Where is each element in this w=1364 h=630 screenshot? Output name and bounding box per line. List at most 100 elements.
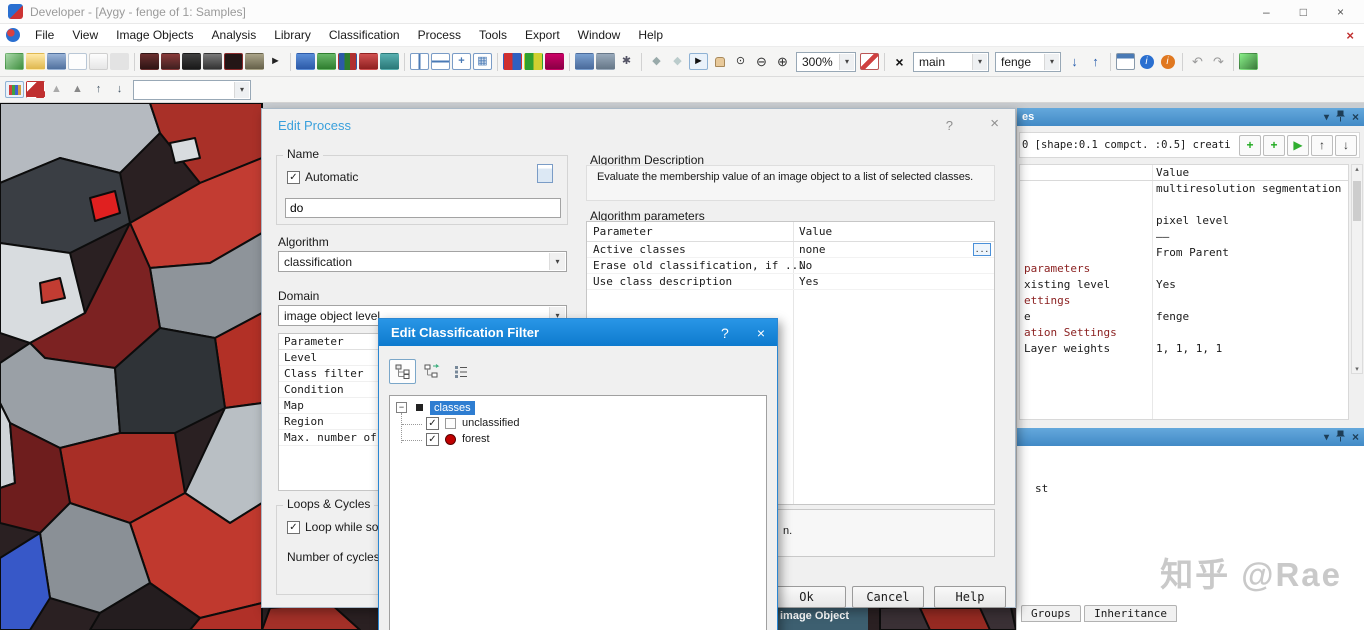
sync-views-icon[interactable]: ▦ xyxy=(473,53,492,70)
split-horizontal-icon[interactable] xyxy=(431,53,450,70)
image-object-panel-header[interactable]: image Object xyxy=(772,605,868,630)
help-button[interactable]: Help xyxy=(934,586,1006,608)
dropdown-arrow-icon[interactable]: ▾ xyxy=(234,81,249,98)
split-vertical-icon[interactable] xyxy=(410,53,429,70)
zoom-in-icon[interactable]: ⊕ xyxy=(773,53,792,70)
list-view-icon[interactable] xyxy=(447,359,474,384)
show-outlines-icon[interactable] xyxy=(224,53,243,70)
filter-dialog-titlebar[interactable]: Edit Classification Filter ? × xyxy=(379,319,777,346)
transparency-icon[interactable] xyxy=(245,53,264,70)
map-mixed-icon[interactable] xyxy=(338,53,357,70)
table-row[interactable]: multiresolution segmentation xyxy=(1020,181,1348,197)
table-row[interactable]: Layer weights 1, 1, 1, 1 xyxy=(1020,341,1348,357)
add-process-icon[interactable]: + xyxy=(1239,134,1261,156)
select-arrow-icon[interactable]: ► xyxy=(689,53,708,70)
dropdown-arrow-icon[interactable]: ▾ xyxy=(972,53,987,70)
new-workspace-icon[interactable] xyxy=(5,53,24,70)
browse-button[interactable]: ... xyxy=(973,243,991,256)
info-orange-icon[interactable]: i xyxy=(1158,53,1177,70)
menu-export[interactable]: Export xyxy=(516,25,569,45)
feature-combo[interactable]: ▾ xyxy=(133,79,251,100)
arrow-down-icon[interactable]: ↓ xyxy=(110,81,129,98)
menu-classification[interactable]: Classification xyxy=(320,25,409,45)
undo-icon[interactable]: ↶ xyxy=(1188,53,1207,70)
scroll-thumb[interactable] xyxy=(1353,181,1361,221)
menu-image-objects[interactable]: Image Objects xyxy=(107,25,202,45)
layer-mixing-icon[interactable] xyxy=(1239,53,1258,70)
tab-inheritance[interactable]: Inheritance xyxy=(1084,605,1177,622)
redo-icon[interactable]: ↷ xyxy=(1209,53,1228,70)
add-child-process-icon[interactable]: + xyxy=(1263,134,1285,156)
process-panel-header[interactable]: es ▾ × xyxy=(1017,108,1364,126)
minimize-button[interactable]: – xyxy=(1263,5,1270,19)
menu-help[interactable]: Help xyxy=(629,25,672,45)
edit-icon[interactable] xyxy=(89,53,108,70)
ok-button[interactable]: Ok xyxy=(767,586,846,608)
help-icon[interactable]: ? xyxy=(946,118,953,133)
menu-tools[interactable]: Tools xyxy=(470,25,516,45)
view-classification-icon[interactable] xyxy=(161,53,180,70)
table-row[interactable]: ation Settings xyxy=(1020,325,1348,341)
close-button[interactable]: × xyxy=(1337,5,1344,19)
class-panel-header[interactable]: ▾ × xyxy=(1017,428,1364,446)
class-red-icon[interactable] xyxy=(26,81,45,98)
new-process-icon[interactable] xyxy=(68,53,87,70)
menu-window[interactable]: Window xyxy=(569,25,630,45)
table-row[interactable]: pixel level xyxy=(1020,213,1348,229)
classify-icon[interactable]: × xyxy=(890,53,909,70)
table-row[interactable]: xisting level Yes xyxy=(1020,277,1348,293)
chevron-down-icon[interactable]: ▾ xyxy=(1324,432,1329,443)
view-pixel-icon[interactable] xyxy=(203,53,222,70)
inheritance-view-icon[interactable] xyxy=(418,359,445,384)
tree-view-icon[interactable] xyxy=(389,359,416,384)
process-row[interactable]: 0 [shape:0.1 compct. :0.5] creati + + ▶ … xyxy=(1019,132,1360,158)
level-combo[interactable]: fenge ▾ xyxy=(995,51,1061,72)
table-row[interactable] xyxy=(1020,197,1348,213)
automatic-checkbox[interactable]: ✓ xyxy=(287,170,300,184)
open-project-icon[interactable] xyxy=(26,53,45,70)
pin-icon[interactable] xyxy=(1335,430,1345,445)
cancel-button[interactable]: Cancel xyxy=(852,586,924,608)
table-row[interactable]: parameters xyxy=(1020,261,1348,277)
new-window-icon[interactable] xyxy=(1116,53,1135,70)
class-legend-icon[interactable] xyxy=(503,53,522,70)
class-filter-tree[interactable]: − classes ✓ unclassified ✓ forest xyxy=(389,395,767,630)
move-down-icon[interactable]: ↓ xyxy=(1335,134,1357,156)
import-icon[interactable] xyxy=(596,53,615,70)
manage-data-icon[interactable] xyxy=(575,53,594,70)
menu-library[interactable]: Library xyxy=(265,25,320,45)
run-process-icon[interactable]: ▶ xyxy=(1287,134,1309,156)
table-row[interactable]: Active classes none ... xyxy=(587,242,994,258)
info-blue-icon[interactable]: i xyxy=(1137,53,1156,70)
zoom-out-icon[interactable]: ⊖ xyxy=(752,53,771,70)
dropdown-arrow-icon[interactable]: ▾ xyxy=(839,53,854,70)
class-checkbox[interactable]: ✓ xyxy=(426,433,439,446)
edit-comment-icon[interactable] xyxy=(537,164,553,183)
histogram-icon[interactable] xyxy=(5,81,24,98)
close-panel-icon[interactable]: × xyxy=(1352,430,1359,444)
table-row[interactable]: From Parent xyxy=(1020,245,1348,261)
scroll-up-icon[interactable]: ▴ xyxy=(1352,165,1362,173)
tree-item-label[interactable]: forest xyxy=(462,433,490,445)
save-icon[interactable] xyxy=(47,53,66,70)
scrollbar[interactable]: ▴ ▾ xyxy=(1351,164,1363,374)
diamond-tool-icon[interactable]: ◆ xyxy=(668,53,687,70)
view-layer-icon[interactable] xyxy=(140,53,159,70)
diamond-tool-icon[interactable]: ◆ xyxy=(647,53,666,70)
move-up-icon[interactable]: ↑ xyxy=(1311,134,1333,156)
document-close-icon[interactable]: × xyxy=(1346,28,1360,43)
copy-icon[interactable] xyxy=(110,53,129,70)
chevron-down-icon[interactable]: ▾ xyxy=(1324,112,1329,123)
scroll-down-icon[interactable]: ▾ xyxy=(1352,365,1362,373)
pan-hand-icon[interactable] xyxy=(710,53,729,70)
zoom-combo[interactable]: 300% ▾ xyxy=(796,51,856,72)
table-row[interactable]: —— xyxy=(1020,229,1348,245)
table-row[interactable]: Use class description Yes xyxy=(587,274,994,290)
expander-icon[interactable]: − xyxy=(396,402,407,413)
class-item-fragment[interactable]: st xyxy=(1035,482,1048,495)
scale-icon[interactable] xyxy=(860,53,879,70)
menu-file[interactable]: File xyxy=(26,25,63,45)
map-combo[interactable]: main ▾ xyxy=(913,51,989,72)
map-teal-icon[interactable] xyxy=(380,53,399,70)
table-row[interactable]: e fenge xyxy=(1020,309,1348,325)
